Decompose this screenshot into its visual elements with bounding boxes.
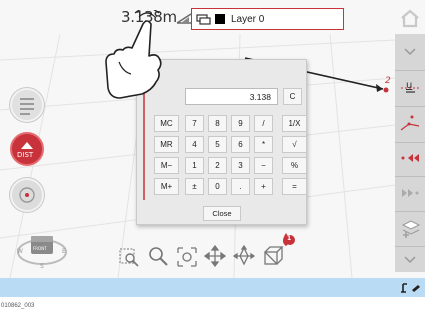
scroll-down-button[interactable] bbox=[398, 246, 422, 274]
compass-east: E bbox=[62, 248, 66, 255]
tap-gesture-icon bbox=[105, 10, 162, 99]
zoom-extents-icon bbox=[177, 247, 197, 267]
toolbar-item-polyline[interactable] bbox=[398, 109, 422, 137]
calc-key[interactable]: 0 bbox=[208, 178, 227, 195]
toolbar-item-add-layer[interactable] bbox=[398, 214, 422, 242]
figure-caption: 010862_003 bbox=[1, 303, 35, 309]
cube-icon bbox=[264, 246, 284, 265]
rewind-icon bbox=[401, 154, 419, 162]
calc-key[interactable]: ± bbox=[185, 178, 204, 195]
calc-key[interactable]: − bbox=[254, 157, 273, 174]
zoom-window-button[interactable] bbox=[118, 244, 140, 268]
layer-selector[interactable]: Layer 0 bbox=[191, 8, 344, 30]
calc-key[interactable]: + bbox=[254, 178, 273, 195]
dist-button[interactable]: DIST bbox=[10, 132, 44, 166]
calc-key[interactable]: 8 bbox=[208, 115, 227, 132]
calc-key[interactable]: / bbox=[254, 115, 273, 132]
toolbar-item-rewind[interactable] bbox=[398, 144, 422, 172]
toolbar-item-perpendicular[interactable]: u bbox=[398, 74, 422, 102]
calc-key[interactable]: % bbox=[282, 157, 307, 174]
chevron-down-icon bbox=[404, 256, 416, 264]
crosshair-icon bbox=[19, 187, 35, 203]
connection-icon[interactable] bbox=[400, 280, 422, 296]
clear-button[interactable]: C bbox=[283, 88, 302, 105]
pin-label: 1 bbox=[287, 235, 292, 242]
calc-key[interactable]: 6 bbox=[231, 136, 250, 153]
calc-key[interactable]: √ bbox=[282, 136, 307, 153]
zoom-button[interactable] bbox=[147, 244, 169, 268]
calc-key[interactable]: 7 bbox=[185, 115, 204, 132]
triangle-up-icon bbox=[21, 142, 33, 149]
scroll-up-button[interactable] bbox=[398, 38, 422, 66]
target-button[interactable] bbox=[10, 178, 44, 212]
list-icon bbox=[20, 98, 34, 115]
point-label: 2 bbox=[385, 76, 391, 86]
compass-west: W bbox=[17, 248, 23, 255]
chevron-down-icon bbox=[404, 48, 416, 56]
toolbar-u-label: u bbox=[406, 80, 413, 91]
view-cube-button[interactable] bbox=[262, 244, 284, 268]
calc-key[interactable]: 3 bbox=[231, 157, 250, 174]
status-bar bbox=[0, 278, 425, 297]
left-panel: DIST bbox=[8, 84, 46, 216]
layer-name: Layer 0 bbox=[231, 13, 265, 25]
calc-key[interactable]: 4 bbox=[185, 136, 204, 153]
calc-key[interactable]: = bbox=[282, 178, 307, 195]
menu-button[interactable] bbox=[10, 88, 44, 122]
dist-label: DIST bbox=[17, 151, 34, 159]
top-bar: 3.138m Layer 0 bbox=[0, 0, 425, 34]
layer-color-swatch bbox=[215, 14, 225, 24]
zoom-extents-button[interactable] bbox=[176, 244, 198, 268]
compass-front: FRONT bbox=[33, 246, 47, 251]
angle-icon[interactable] bbox=[176, 12, 192, 24]
calculator-display: 3.138 bbox=[185, 88, 278, 105]
toolbar-item-forward[interactable] bbox=[398, 179, 422, 207]
polyline-icon bbox=[400, 115, 420, 131]
orbit-icon bbox=[232, 244, 256, 266]
orbit-button[interactable] bbox=[232, 244, 256, 268]
add-layer-icon bbox=[401, 220, 421, 238]
home-icon[interactable] bbox=[398, 7, 422, 29]
app-screen: 2 1 3.138m Layer 0 u DIST W E S FRONT 3.… bbox=[0, 0, 425, 297]
calc-key[interactable]: 2 bbox=[208, 157, 227, 174]
layers-icon bbox=[196, 13, 211, 25]
dialog-handle[interactable] bbox=[137, 90, 145, 200]
view-compass[interactable]: W E S FRONT bbox=[14, 230, 70, 270]
view-toolbar bbox=[118, 244, 285, 270]
compass-south: S bbox=[40, 263, 44, 270]
calc-key[interactable]: MR bbox=[154, 136, 179, 153]
calc-key[interactable]: * bbox=[254, 136, 273, 153]
calc-key[interactable]: 1/X bbox=[282, 115, 307, 132]
calc-key[interactable]: 5 bbox=[208, 136, 227, 153]
calc-key[interactable]: M− bbox=[154, 157, 179, 174]
calc-key[interactable]: . bbox=[231, 178, 250, 195]
fast-forward-icon bbox=[402, 189, 419, 197]
right-toolbar: u bbox=[395, 34, 425, 272]
zoom-window-icon bbox=[119, 248, 139, 267]
calc-key[interactable]: 9 bbox=[231, 115, 250, 132]
point-marker[interactable] bbox=[383, 87, 389, 93]
pan-icon bbox=[203, 244, 227, 268]
close-button[interactable]: Close bbox=[203, 206, 241, 221]
calc-key[interactable]: M+ bbox=[154, 178, 179, 195]
pan-button[interactable] bbox=[203, 244, 227, 268]
calc-key[interactable]: MC bbox=[154, 115, 179, 132]
calc-key[interactable]: 1 bbox=[185, 157, 204, 174]
magnifier-icon bbox=[149, 247, 168, 266]
